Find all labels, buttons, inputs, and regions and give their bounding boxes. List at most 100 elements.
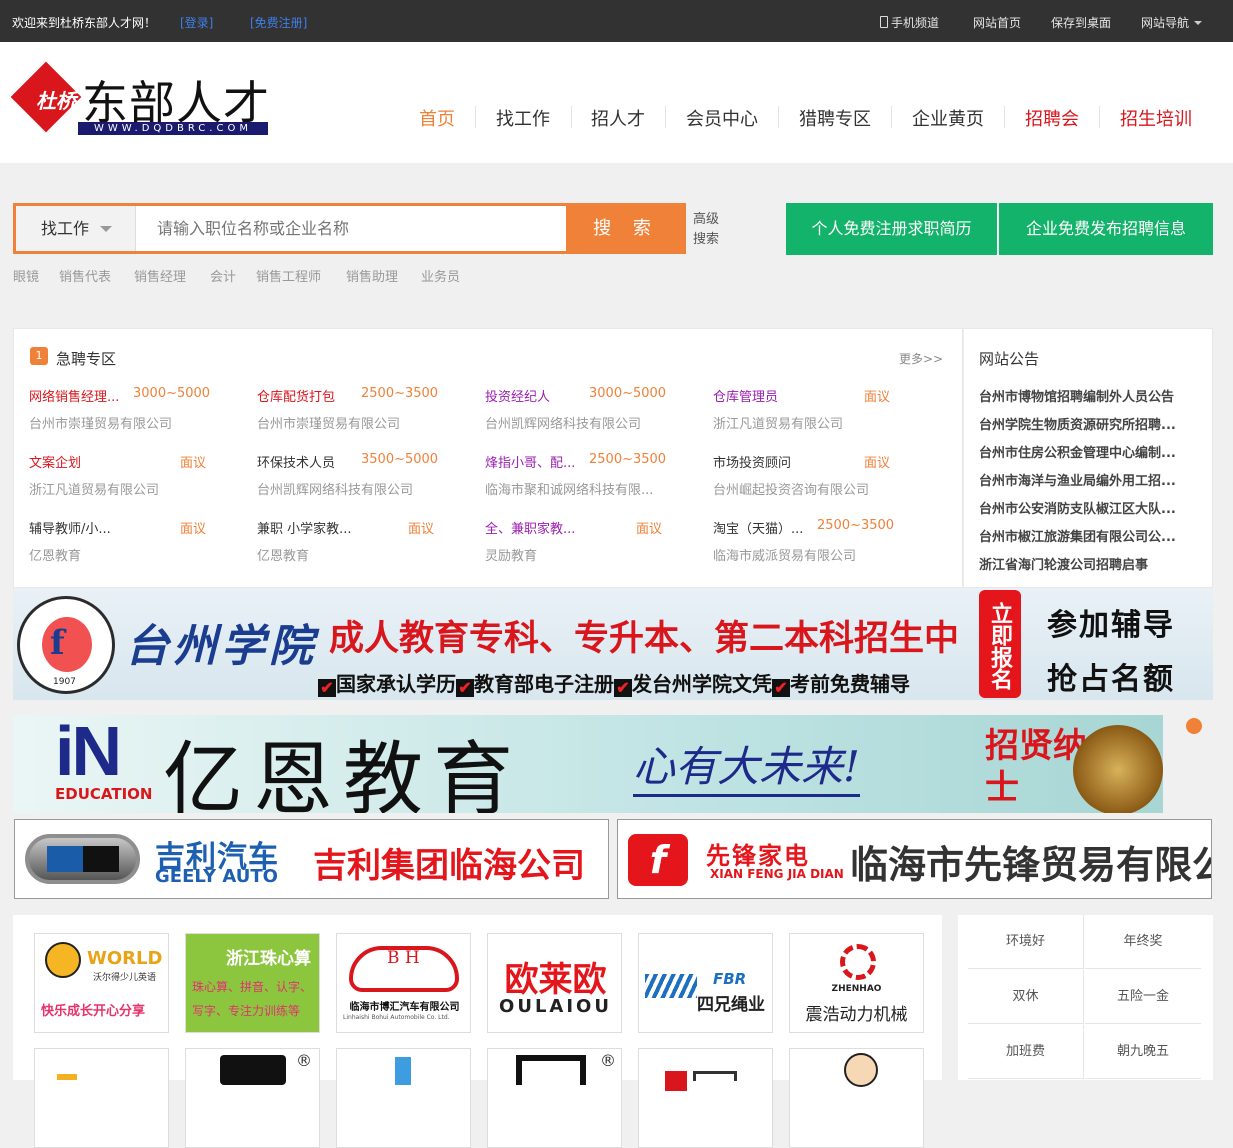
welfare-tag[interactable]: 五险一金 bbox=[1085, 970, 1201, 1024]
advanced-search-link[interactable]: 高级搜索 bbox=[693, 210, 723, 250]
job-company[interactable]: 亿恩教育 bbox=[257, 545, 309, 564]
xianfeng-company: 临海市先锋贸易有限公司 bbox=[850, 843, 1211, 887]
company-logo[interactable] bbox=[789, 1048, 924, 1148]
company-logo-fbr[interactable]: FBR 四兄绳业 bbox=[638, 933, 773, 1033]
job-company[interactable]: 台州市崇瑾贸易有限公司 bbox=[29, 413, 172, 432]
logo-text: 快乐成长开心分享 bbox=[41, 1004, 146, 1019]
company-logo[interactable]: ® bbox=[487, 1048, 622, 1148]
hot-keyword[interactable]: 眼镜 bbox=[13, 266, 39, 285]
announcement-item[interactable]: 台州市椒江旅游集团有限公司公... bbox=[979, 526, 1176, 545]
nav-member-center[interactable]: 会员中心 bbox=[686, 105, 758, 131]
urgent-title: 急聘专区 bbox=[56, 350, 117, 368]
hot-keyword[interactable]: 会计 bbox=[210, 266, 236, 285]
company-logo[interactable] bbox=[638, 1048, 773, 1148]
company-logo-oulaiou[interactable]: 欧莱欧 OULAIOU bbox=[487, 933, 622, 1033]
register-link[interactable]: [免费注册] bbox=[250, 14, 307, 31]
nav-headhunt[interactable]: 猎聘专区 bbox=[799, 105, 871, 131]
search-type-select[interactable]: 找工作 bbox=[16, 206, 136, 251]
announcement-item[interactable]: 台州市海洋与渔业局编外用工招... bbox=[979, 470, 1176, 489]
welfare-tag[interactable]: 双休 bbox=[968, 970, 1084, 1024]
company-logo[interactable]: ® bbox=[185, 1048, 320, 1148]
more-link[interactable]: 更多>> bbox=[899, 350, 943, 367]
job-title[interactable]: 仓库管理员 bbox=[713, 386, 778, 405]
job-company[interactable]: 灵励教育 bbox=[485, 545, 537, 564]
logo-text: OULAIOU bbox=[499, 996, 612, 1017]
job-title[interactable]: 环保技术人员 bbox=[257, 452, 335, 471]
job-company[interactable]: 台州市崇瑾贸易有限公司 bbox=[257, 413, 400, 432]
geely-logo-icon bbox=[25, 834, 140, 884]
job-company[interactable]: 亿恩教育 bbox=[29, 545, 81, 564]
nav-training[interactable]: 招生培训 bbox=[1120, 105, 1192, 131]
personal-register-button[interactable]: 个人免费注册求职简历 bbox=[786, 203, 997, 255]
job-title[interactable]: 辅导教师/小... bbox=[29, 518, 111, 537]
job-title[interactable]: 兼职 小学家教... bbox=[257, 518, 352, 537]
announcement-item[interactable]: 浙江省海门轮渡公司招聘启事 bbox=[979, 554, 1148, 573]
job-company[interactable]: 浙江凡道贸易有限公司 bbox=[29, 479, 159, 498]
job-title[interactable]: 网络销售经理... bbox=[29, 386, 119, 405]
job-title[interactable]: 淘宝（天猫）... bbox=[713, 518, 803, 537]
company-logo-bohui[interactable]: B H 临海市博汇汽车有限公司 Linhaishi Bohui Automobi… bbox=[336, 933, 471, 1033]
hot-keyword[interactable]: 业务员 bbox=[421, 266, 460, 285]
job-title[interactable]: 投资经纪人 bbox=[485, 386, 550, 405]
company-logo-zhenhao[interactable]: ZHENHAO 震浩动力机械 bbox=[789, 933, 924, 1033]
taizhou-university-banner[interactable]: f 1907 台州学院 成人教育专科、专升本、第二本科招生中 ✔ 国家承认学历 ✔ 教… bbox=[13, 588, 1213, 700]
mobile-channel-link[interactable]: 手机频道 bbox=[880, 14, 939, 31]
company-post-button[interactable]: 企业免费发布招聘信息 bbox=[999, 203, 1213, 255]
job-salary: 面议 bbox=[408, 522, 435, 537]
yien-in-logo: iN bbox=[55, 715, 122, 790]
top-bar: 欢迎来到杜桥东部人才网！ [登录] [免费注册] 手机频道 网站首页 保存到桌面… bbox=[0, 0, 1233, 42]
carousel-dot[interactable] bbox=[1186, 718, 1202, 734]
login-link[interactable]: [登录] bbox=[180, 14, 213, 31]
save-desktop-link[interactable]: 保存到桌面 bbox=[1051, 14, 1111, 31]
logo-text: FBR bbox=[713, 970, 747, 988]
announcement-item[interactable]: 台州学院生物质资源研究所招聘... bbox=[979, 414, 1176, 433]
yien-education-banner[interactable]: iN EDUCATION 亿恩教育 心有大未来! 招贤纳士 bbox=[13, 715, 1163, 813]
geely-banner[interactable]: 吉利汽车 GEELY AUTO 吉利集团临海公司 bbox=[14, 819, 609, 899]
company-logo[interactable] bbox=[336, 1048, 471, 1148]
logo-text: 写字、专注力训练等 bbox=[192, 1004, 301, 1018]
welfare-tag[interactable]: 环境好 bbox=[968, 915, 1084, 969]
job-company[interactable]: 临海市聚和诚网络科技有限... bbox=[485, 479, 653, 498]
site-logo[interactable]: 杜桥 东部人才 WWW.DQDBRC.COM bbox=[10, 61, 273, 139]
job-company[interactable]: 浙江凡道贸易有限公司 bbox=[713, 413, 843, 432]
hot-keyword[interactable]: 销售经理 bbox=[134, 266, 186, 285]
yien-slogan: 心有大未来! bbox=[633, 733, 860, 797]
site-nav-dropdown[interactable]: 网站导航 bbox=[1141, 14, 1203, 31]
job-title[interactable]: 市场投资顾问 bbox=[713, 452, 791, 471]
welfare-tag[interactable]: 朝九晚五 bbox=[1085, 1025, 1201, 1079]
logo-text: ZHENHAO bbox=[831, 984, 882, 994]
job-company[interactable]: 台州凯辉网络科技有限公司 bbox=[485, 413, 641, 432]
xianfeng-banner[interactable]: f 先锋家电 XIAN FENG JIA DIAN 临海市先锋贸易有限公司 bbox=[617, 819, 1212, 899]
logo-text: 震浩动力机械 bbox=[805, 1005, 908, 1025]
company-logo-zhuxinsuan[interactable]: 浙江珠心算 珠心算、拼音、认字、 写字、专注力训练等 bbox=[185, 933, 320, 1033]
job-salary: 3000~5000 bbox=[133, 386, 211, 401]
hot-keyword[interactable]: 销售助理 bbox=[346, 266, 398, 285]
company-logo[interactable] bbox=[34, 1048, 169, 1148]
register-now-badge[interactable]: 立即报名 bbox=[979, 590, 1021, 698]
nav-yellow-pages[interactable]: 企业黄页 bbox=[912, 105, 984, 131]
nav-home[interactable]: 首页 bbox=[419, 105, 455, 131]
search-button[interactable]: 搜 索 bbox=[566, 203, 686, 254]
logo-url: WWW.DQDBRC.COM bbox=[78, 122, 268, 135]
job-title[interactable]: 全、兼职家教... bbox=[485, 518, 575, 537]
hot-keyword[interactable]: 销售工程师 bbox=[256, 266, 321, 285]
job-company[interactable]: 临海市威派贸易有限公司 bbox=[713, 545, 856, 564]
company-logo-world[interactable]: WORLD 沃尔得少儿英语 快乐成长开心分享 bbox=[34, 933, 169, 1033]
welfare-tag[interactable]: 加班费 bbox=[968, 1025, 1084, 1079]
job-title[interactable]: 仓库配货打包 bbox=[257, 386, 335, 405]
hot-keyword[interactable]: 销售代表 bbox=[59, 266, 111, 285]
job-company[interactable]: 台州凯辉网络科技有限公司 bbox=[257, 479, 413, 498]
job-title[interactable]: 烽指小哥、配... bbox=[485, 452, 575, 471]
job-company[interactable]: 台州崛起投资咨询有限公司 bbox=[713, 479, 869, 498]
duck-mascot-icon bbox=[45, 942, 81, 978]
nav-find-job[interactable]: 找工作 bbox=[496, 105, 550, 131]
announcement-item[interactable]: 台州市公安消防支队椒江区大队... bbox=[979, 498, 1176, 517]
site-home-link[interactable]: 网站首页 bbox=[973, 14, 1021, 31]
welfare-tag[interactable]: 年终奖 bbox=[1085, 915, 1201, 969]
nav-job-fair[interactable]: 招聘会 bbox=[1025, 105, 1079, 131]
announcement-item[interactable]: 台州市住房公积金管理中心编制... bbox=[979, 442, 1176, 461]
search-input[interactable] bbox=[137, 206, 565, 251]
job-title[interactable]: 文案企划 bbox=[29, 452, 81, 471]
announcement-item[interactable]: 台州市博物馆招聘编制外人员公告 bbox=[979, 386, 1174, 405]
nav-recruit[interactable]: 招人才 bbox=[591, 105, 645, 131]
